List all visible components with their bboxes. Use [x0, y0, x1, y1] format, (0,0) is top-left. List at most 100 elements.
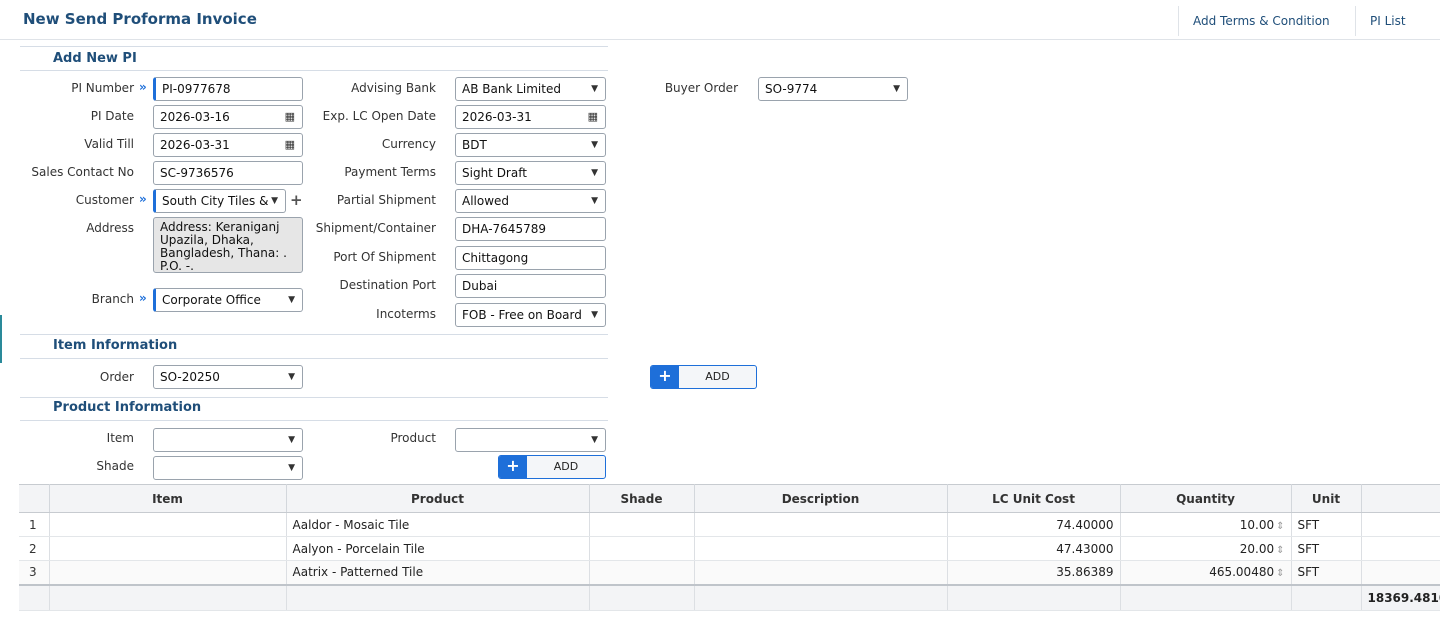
- footer-cell: [286, 583, 590, 611]
- column-header-product[interactable]: Product: [286, 484, 590, 513]
- plus-icon: +: [651, 366, 679, 388]
- buyer-order-label: Buyer Order: [664, 81, 738, 95]
- quantity-value: 10.00: [1239, 517, 1275, 532]
- pi-list-link[interactable]: PI List: [1355, 6, 1420, 36]
- add-new-pi-heading: Add New PI: [53, 51, 137, 66]
- cell-shade[interactable]: [589, 560, 695, 585]
- branch-value: Corporate Office: [162, 293, 261, 307]
- cell-quantity[interactable]: 465.00480 ⇕: [1120, 560, 1292, 585]
- chevron-down-icon: ▼: [591, 310, 598, 320]
- section-divider: [20, 70, 608, 71]
- port-of-shipment-input[interactable]: Chittagong: [455, 246, 606, 270]
- shade-select[interactable]: ▼: [153, 456, 303, 480]
- column-header-lc-unit-cost[interactable]: LC Unit Cost: [947, 484, 1121, 513]
- order-value: SO-20250: [160, 370, 220, 384]
- cell-lc-unit-cost[interactable]: 35.86389: [947, 560, 1121, 585]
- pi-number-input[interactable]: PI-0977678: [153, 77, 303, 101]
- quantity-value: 20.00: [1239, 541, 1275, 556]
- column-header-unit[interactable]: Unit: [1291, 484, 1362, 513]
- add-customer-icon[interactable]: +: [290, 191, 303, 209]
- incoterms-label: Incoterms: [376, 307, 436, 321]
- partial-shipment-label: Partial Shipment: [336, 193, 436, 207]
- item-select[interactable]: ▼: [153, 428, 303, 452]
- calendar-icon[interactable]: ▦: [588, 106, 598, 128]
- chevron-down-icon: ▼: [591, 196, 598, 206]
- customer-value: South City Tiles &: [162, 194, 269, 208]
- order-select[interactable]: SO-20250 ▼: [153, 365, 303, 389]
- partial-shipment-select[interactable]: Allowed ▼: [455, 189, 606, 213]
- chevron-down-icon: ▼: [288, 295, 295, 305]
- cell-shade[interactable]: [589, 536, 695, 561]
- cell-lc-unit-cost[interactable]: 47.43000: [947, 536, 1121, 561]
- exp-lc-date-label: Exp. LC Open Date: [322, 109, 436, 123]
- quantity-value: 465.00480: [1209, 565, 1275, 580]
- calendar-icon[interactable]: ▦: [285, 106, 295, 128]
- cell-item[interactable]: [49, 512, 287, 537]
- column-header-item[interactable]: Item: [49, 484, 287, 513]
- section-divider: [20, 397, 608, 398]
- destination-port-input[interactable]: Dubai: [455, 274, 606, 298]
- cell-product[interactable]: Aalyon - Porcelain Tile: [286, 536, 590, 561]
- order-label: Order: [99, 370, 134, 384]
- cell-description[interactable]: [694, 560, 948, 585]
- port-of-shipment-label: Port Of Shipment: [333, 250, 436, 264]
- column-header-description[interactable]: Description: [694, 484, 948, 513]
- cell-description[interactable]: [694, 536, 948, 561]
- valid-till-value: 2026-03-31: [160, 138, 230, 152]
- sales-contact-input[interactable]: SC-9736576: [153, 161, 303, 185]
- footer-total: 18369.4810: [1361, 583, 1440, 611]
- spinner-icon[interactable]: ⇕: [1276, 521, 1284, 532]
- add-terms-link[interactable]: Add Terms & Condition: [1178, 6, 1344, 36]
- cell-lc-unit-cost[interactable]: 74.40000: [947, 512, 1121, 537]
- cell-item[interactable]: [49, 536, 287, 561]
- payment-terms-select[interactable]: Sight Draft ▼: [455, 161, 606, 185]
- branch-select[interactable]: Corporate Office ▼: [153, 288, 303, 312]
- payment-terms-label: Payment Terms: [344, 165, 436, 179]
- cell-unit: SFT: [1291, 560, 1362, 585]
- customer-select[interactable]: South City Tiles & ▼: [153, 189, 286, 213]
- add-order-button-label: ADD: [705, 370, 730, 383]
- calendar-icon[interactable]: ▦: [285, 134, 295, 156]
- chevron-down-icon: ▼: [591, 140, 598, 150]
- buyer-order-value: SO-9774: [765, 82, 818, 96]
- currency-select[interactable]: BDT ▼: [455, 133, 606, 157]
- column-header-quantity[interactable]: Quantity: [1120, 484, 1292, 513]
- incoterms-select[interactable]: FOB - Free on Board ▼: [455, 303, 606, 327]
- branch-label: Branch: [91, 292, 134, 306]
- add-product-button-label: ADD: [553, 460, 579, 473]
- product-label: Product: [390, 431, 436, 445]
- address-textarea[interactable]: Address: Keraniganj Upazila, Dhaka, Bang…: [153, 217, 303, 273]
- spinner-icon[interactable]: ⇕: [1276, 568, 1284, 579]
- pi-date-value: 2026-03-16: [160, 110, 230, 124]
- exp-lc-date-input[interactable]: 2026-03-31 ▦: [455, 105, 606, 129]
- currency-value: BDT: [462, 138, 487, 152]
- cell-product[interactable]: Aaldor - Mosaic Tile: [286, 512, 590, 537]
- advising-bank-select[interactable]: AB Bank Limited ▼: [455, 77, 606, 101]
- table-row[interactable]: 1 Aaldor - Mosaic Tile 74.40000 10.00 ⇕ S…: [19, 512, 1440, 537]
- pi-date-input[interactable]: 2026-03-16 ▦: [153, 105, 303, 129]
- cell-shade[interactable]: [589, 512, 695, 537]
- cell-item[interactable]: [49, 560, 287, 585]
- row-number: 3: [19, 560, 50, 585]
- cell-description[interactable]: [694, 512, 948, 537]
- table-footer-row: 18369.4810: [19, 583, 1440, 611]
- spinner-icon[interactable]: ⇕: [1276, 545, 1284, 556]
- buyer-order-select[interactable]: SO-9774 ▼: [758, 77, 908, 101]
- footer-cell: [49, 583, 287, 611]
- product-select[interactable]: ▼: [455, 428, 606, 452]
- footer-cell: [947, 583, 1121, 611]
- add-product-button[interactable]: + ADD: [498, 455, 606, 479]
- pi-items-table: Item Product Shade Description LC Unit C…: [19, 484, 1440, 611]
- table-row[interactable]: 3 Aatrix - Patterned Tile 35.86389 465.0…: [19, 560, 1440, 585]
- cell-quantity[interactable]: 20.00 ⇕: [1120, 536, 1292, 561]
- cell-total: [1361, 560, 1440, 585]
- shipment-container-input[interactable]: DHA-7645789: [455, 217, 606, 241]
- column-header-shade[interactable]: Shade: [589, 484, 695, 513]
- table-row[interactable]: 2 Aalyon - Porcelain Tile 47.43000 20.00…: [19, 536, 1440, 561]
- valid-till-input[interactable]: 2026-03-31 ▦: [153, 133, 303, 157]
- cell-product[interactable]: Aatrix - Patterned Tile: [286, 560, 590, 585]
- add-order-button[interactable]: + ADD: [650, 365, 757, 389]
- page-title: New Send Proforma Invoice: [23, 10, 257, 28]
- item-label: Item: [106, 431, 134, 445]
- cell-quantity[interactable]: 10.00 ⇕: [1120, 512, 1292, 537]
